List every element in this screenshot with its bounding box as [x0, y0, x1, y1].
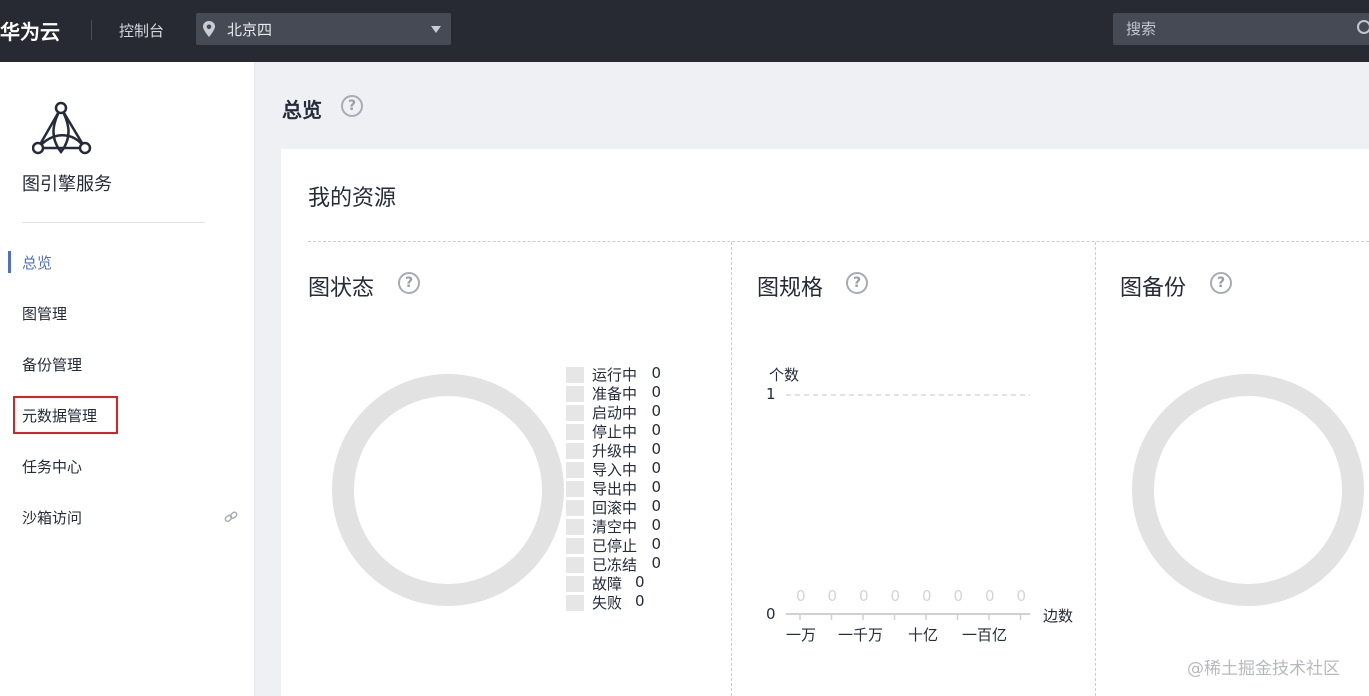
legend-label: 导出中: [592, 480, 638, 498]
sidebar-item-backup-management[interactable]: 备份管理: [22, 354, 82, 375]
watermark: @稀土掘金技术社区: [1187, 659, 1340, 679]
x-tick-label: 一万: [786, 626, 817, 644]
graph-spec-plot: [786, 394, 1030, 620]
legend-swatch: [566, 519, 584, 535]
legend-value: 0: [651, 402, 662, 420]
x-axis-label: 边数: [1043, 607, 1074, 625]
brand-logo[interactable]: 华为云: [0, 16, 60, 45]
link-icon: [224, 511, 238, 523]
legend-label: 回滚中: [592, 499, 638, 517]
legend-swatch: [566, 538, 584, 554]
bar-value-label: 0: [1016, 587, 1027, 605]
legend-value: 0: [635, 573, 645, 591]
region-value: 北京四: [227, 21, 273, 39]
page-title: 总览: [282, 98, 322, 122]
console-link[interactable]: 控制台: [119, 20, 164, 41]
legend-value: 0: [651, 478, 662, 496]
legend-swatch: [566, 443, 584, 459]
bar-value-label: 0: [890, 587, 901, 605]
bar-value-label: 0: [953, 587, 964, 605]
legend-value: 0: [651, 554, 662, 572]
region-select[interactable]: 北京四: [196, 13, 451, 45]
topbar-divider: [91, 20, 92, 40]
legend-value: 0: [651, 364, 662, 382]
x-tick-label: 一千万: [838, 626, 884, 644]
help-icon[interactable]: ?: [341, 95, 363, 117]
section-divider: [731, 242, 732, 696]
legend-swatch: [566, 576, 584, 592]
my-resources-title: 我的资源: [308, 186, 397, 211]
bar-value-label: 0: [859, 587, 869, 605]
help-icon[interactable]: ?: [1210, 272, 1232, 294]
search-icon[interactable]: [1357, 20, 1369, 34]
donut-empty-ring: [332, 374, 564, 606]
help-icon[interactable]: ?: [398, 272, 420, 294]
legend-label: 停止中: [592, 423, 638, 441]
legend-value: 0: [651, 383, 662, 401]
legend-label: 导入中: [592, 461, 638, 479]
donut-empty-ring: [1132, 374, 1364, 606]
graph-backup-donut: [1132, 374, 1364, 606]
y-tick-label: 1: [766, 385, 776, 403]
graph-engine-logo-icon: [32, 101, 92, 155]
top-bar: 华为云 控制台 北京四: [0, 0, 1369, 62]
card-divider: [308, 241, 1369, 242]
bar-value-label: 0: [796, 587, 806, 605]
legend-value: 0: [651, 459, 662, 477]
highlight-box: [13, 396, 118, 434]
legend-label: 启动中: [592, 404, 638, 422]
legend-value: 0: [635, 592, 645, 610]
legend-value: 0: [651, 497, 662, 515]
legend-label: 清空中: [592, 518, 638, 536]
bar-value-label: 0: [985, 587, 995, 605]
legend-value: 0: [651, 516, 662, 534]
sidebar-item-graph-management[interactable]: 图管理: [22, 303, 67, 324]
service-name: 图引擎服务: [22, 174, 112, 195]
legend-swatch: [566, 481, 584, 497]
help-icon[interactable]: ?: [846, 272, 868, 294]
location-pin-icon: [203, 21, 215, 37]
sidebar-divider: [22, 222, 205, 223]
legend-swatch: [566, 424, 584, 440]
graph-spec-title: 图规格: [757, 276, 824, 301]
search-input[interactable]: [1113, 13, 1369, 45]
sidebar-item-task-center[interactable]: 任务中心: [22, 456, 82, 477]
x-tick-label: 十亿: [908, 626, 939, 644]
graph-status-title: 图状态: [308, 276, 375, 301]
graph-backup-title: 图备份: [1120, 276, 1187, 301]
bar-value-label: 0: [922, 587, 932, 605]
legend-swatch: [566, 386, 584, 402]
legend-swatch: [566, 595, 584, 611]
legend-value: 0: [651, 535, 662, 553]
active-nav-indicator: [8, 251, 11, 273]
legend-label: 运行中: [592, 366, 638, 384]
x-tick-label: 一百亿: [962, 626, 1008, 644]
bar-value-label: 0: [827, 587, 838, 605]
chevron-down-icon: [431, 26, 441, 33]
section-divider: [1095, 242, 1096, 696]
legend-swatch: [566, 367, 584, 383]
y-tick-label: 0: [766, 605, 776, 623]
legend-swatch: [566, 557, 584, 573]
legend-label: 失败: [592, 594, 623, 612]
legend-label: 准备中: [592, 385, 638, 403]
legend-value: 0: [651, 421, 662, 439]
legend-label: 已冻结: [592, 556, 638, 574]
y-axis-label: 个数: [769, 366, 800, 384]
legend-label: 升级中: [592, 442, 638, 460]
legend-swatch: [566, 405, 584, 421]
legend-swatch: [566, 500, 584, 516]
sidebar-item-sandbox-access[interactable]: 沙箱访问: [22, 507, 82, 528]
legend-value: 0: [651, 440, 662, 458]
legend-label: 故障: [592, 575, 623, 593]
legend-label: 已停止: [592, 537, 638, 555]
sidebar-item-overview[interactable]: 总览: [22, 252, 52, 273]
legend-swatch: [566, 462, 584, 478]
graph-status-donut: [332, 374, 564, 606]
